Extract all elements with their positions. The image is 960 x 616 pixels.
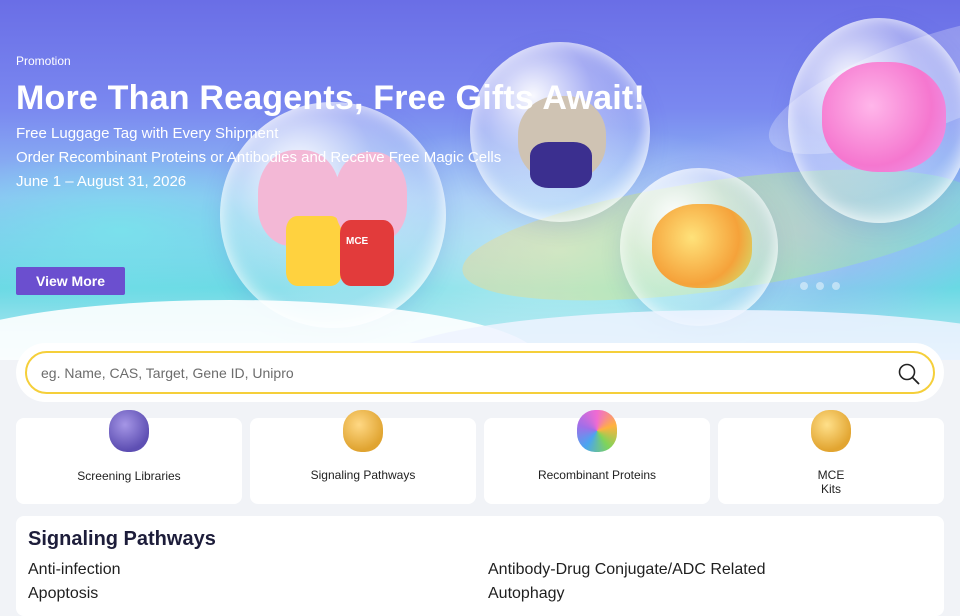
category-label: Screening Libraries <box>77 469 181 483</box>
kit-gold-icon <box>811 410 851 452</box>
category-cards: Screening Libraries Signaling Pathways R… <box>16 410 944 504</box>
signaling-pathways-panel: Signaling Pathways Anti-infection Antibo… <box>16 516 944 616</box>
pink-cell-image <box>822 62 946 172</box>
banner-line-2: Order Recombinant Proteins or Antibodies… <box>16 149 502 166</box>
category-label: MCE Kits <box>718 468 944 496</box>
promotion-banner[interactable]: MCE Promotion More Than Reagents, Free G… <box>0 0 960 360</box>
category-label-line: Kits <box>820 482 841 496</box>
banner-headline: More Than Reagents, Free Gifts Await! <box>16 79 645 117</box>
category-label-line: MCE <box>817 468 845 482</box>
search-bar <box>25 351 935 394</box>
category-card-signaling-pathways[interactable]: Signaling Pathways <box>250 410 476 504</box>
banner-eyebrow: Promotion <box>16 54 71 68</box>
search-input[interactable] <box>41 362 881 384</box>
molecule-purple-icon <box>109 410 149 452</box>
carousel-dot[interactable] <box>816 282 824 290</box>
banner-line-1: Free Luggage Tag with Every Shipment <box>16 125 279 142</box>
pathway-link-autophagy[interactable]: Autophagy <box>488 584 928 604</box>
elephant-outfit-image <box>340 220 394 286</box>
search-icon[interactable] <box>897 362 921 386</box>
view-more-button[interactable]: View More <box>16 267 125 295</box>
yellow-cell-image <box>652 204 752 288</box>
category-label: Recombinant Proteins <box>537 468 657 482</box>
pathway-link-apoptosis[interactable]: Apoptosis <box>28 584 488 604</box>
pathway-link-anti-infection[interactable]: Anti-infection <box>28 560 488 580</box>
carousel-dot[interactable] <box>832 282 840 290</box>
category-card-mce-kits[interactable]: MCE Kits <box>718 410 944 504</box>
category-label: Signaling Pathways <box>310 468 416 482</box>
carousel-dots <box>800 282 840 290</box>
pathway-list: Anti-infection Antibody-Drug Conjugate/A… <box>28 560 928 604</box>
panel-title: Signaling Pathways <box>28 528 216 550</box>
category-card-screening-libraries[interactable]: Screening Libraries <box>16 410 242 504</box>
banner-text: Promotion More Than Reagents, Free Gifts… <box>16 54 645 194</box>
banner-line-3: June 1 – August 31, 2026 <box>16 173 187 190</box>
mascot-mce-logo: MCE <box>346 236 369 247</box>
elephant-outfit-image <box>286 216 342 286</box>
pathway-link-adc-related[interactable]: Antibody-Drug Conjugate/ADC Related <box>488 560 928 580</box>
carousel-dot[interactable] <box>800 282 808 290</box>
category-card-recombinant-proteins[interactable]: Recombinant Proteins <box>484 410 710 504</box>
molecule-gold-icon <box>343 410 383 452</box>
protein-multicolor-icon <box>577 410 617 452</box>
